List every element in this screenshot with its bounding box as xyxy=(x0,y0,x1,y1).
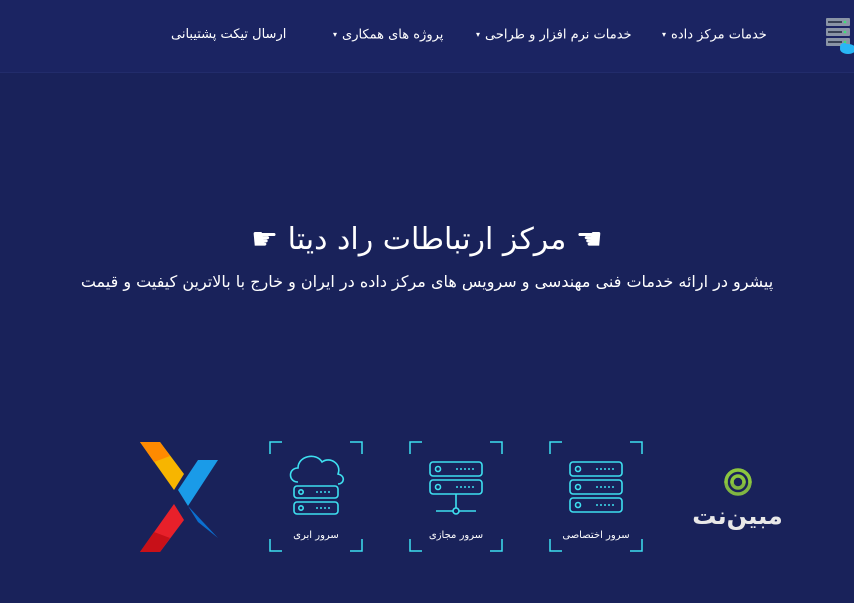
nav-datacenter-services[interactable]: خدمات مرکز داده ▾ xyxy=(662,24,767,46)
virtual-server-label: سرور مجازی xyxy=(428,530,484,541)
caret-down-icon: ▾ xyxy=(476,30,481,39)
x-brand-logo-icon xyxy=(140,442,218,552)
cloud-server-label: سرور ابری xyxy=(293,530,339,541)
nav-datacenter-services-label: خدمات مرکز داده xyxy=(671,27,767,43)
dedicated-server-icon xyxy=(569,461,623,513)
hero-subtitle: پیشرو در ارائه خدمات فنی مهندسی و سرویس … xyxy=(80,272,774,291)
server-rack-cloud-icon[interactable] xyxy=(824,14,854,56)
nav-send-support-ticket[interactable]: ارسال تیکت پشتیبانی xyxy=(171,24,286,46)
nav-software-design-services-label: خدمات نرم افزار و طراحی xyxy=(485,27,632,43)
dedicated-server-label: سرور اختصاصی xyxy=(562,530,630,541)
caret-down-icon: ▾ xyxy=(333,30,338,39)
mobinnet-brand-text: مبین‌نت xyxy=(692,502,783,530)
cloud-server-card[interactable]: سرور ابری xyxy=(268,440,364,553)
nav-send-support-ticket-label: ارسال تیکت پشتیبانی xyxy=(171,27,287,42)
hero-title: ☚ مرکز ارتباطات راد دیتا ☛ xyxy=(251,222,603,257)
dedicated-server-card[interactable]: سرور اختصاصی xyxy=(548,440,644,553)
virtual-server-icon xyxy=(429,461,483,515)
mobinnet-logo-icon xyxy=(724,468,752,496)
cloud-server-icon xyxy=(289,455,345,515)
caret-down-icon: ▾ xyxy=(662,30,667,39)
top-navbar: خدمات مرکز داده ▾ خدمات نرم افزار و طراحی… xyxy=(0,0,854,73)
nav-software-design-services[interactable]: خدمات نرم افزار و طراحی ▾ xyxy=(476,24,632,46)
nav-partnership-projects-label: پروژه های همکاری xyxy=(342,27,444,43)
virtual-server-card[interactable]: سرور مجازی xyxy=(408,440,504,553)
nav-partnership-projects[interactable]: پروژه های همکاری ▾ xyxy=(333,24,443,46)
